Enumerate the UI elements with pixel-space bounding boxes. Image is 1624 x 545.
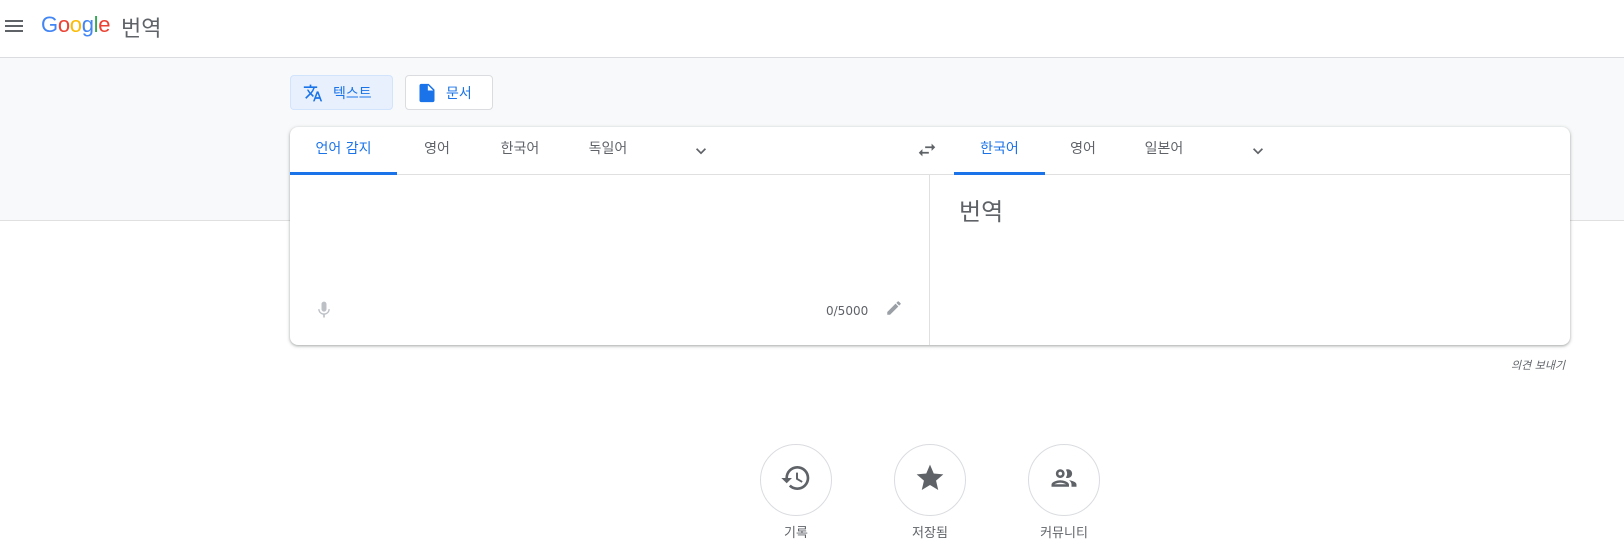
saved-label: 저장됨 — [912, 526, 948, 541]
history-button[interactable] — [760, 444, 832, 516]
microphone-icon[interactable] — [314, 299, 338, 323]
target-lang-korean-tab[interactable]: 한국어 — [954, 127, 1045, 175]
product-title: 번역 — [121, 17, 162, 42]
document-icon — [418, 83, 436, 103]
source-lang-english-tab[interactable]: 영어 — [397, 127, 477, 174]
history-action[interactable]: 기록 — [760, 444, 832, 541]
community-action[interactable]: 커뮤니티 — [1028, 444, 1100, 541]
source-text-input[interactable] — [314, 191, 904, 291]
saved-action[interactable]: 저장됨 — [894, 444, 966, 541]
target-text-panel: 번역 — [930, 175, 1570, 345]
pencil-edit-icon[interactable] — [885, 299, 907, 321]
community-icon — [1049, 463, 1079, 497]
top-bar: Google 번역 — [0, 0, 1624, 58]
history-icon — [780, 462, 812, 498]
document-mode-button[interactable]: 문서 — [405, 75, 493, 110]
translate-icon — [303, 83, 323, 103]
send-feedback-link[interactable]: 의견 보내기 — [1511, 357, 1565, 373]
translator-card: 언어 감지 영어 한국어 독일어 한국어 영어 일본어 0/5000 번역 — [290, 127, 1570, 345]
swap-languages-icon[interactable] — [916, 139, 940, 163]
source-lang-more-chevron-down-icon[interactable] — [691, 141, 711, 161]
language-selector-row: 언어 감지 영어 한국어 독일어 한국어 영어 일본어 — [290, 127, 1570, 175]
character-counter: 0/5000 — [826, 304, 869, 318]
source-text-panel: 0/5000 — [290, 175, 929, 345]
star-icon — [914, 462, 946, 498]
target-lang-more-chevron-down-icon[interactable] — [1248, 141, 1268, 161]
target-lang-english-tab[interactable]: 영어 — [1045, 127, 1121, 174]
text-mode-button[interactable]: 텍스트 — [290, 75, 393, 110]
hamburger-menu-icon[interactable] — [4, 12, 32, 40]
text-mode-label: 텍스트 — [333, 85, 372, 102]
google-logo[interactable]: Google — [41, 12, 110, 38]
document-mode-label: 문서 — [446, 85, 472, 102]
source-lang-german-tab[interactable]: 독일어 — [563, 127, 653, 174]
source-lang-detect-tab[interactable]: 언어 감지 — [290, 127, 397, 175]
saved-button[interactable] — [894, 444, 966, 516]
community-label: 커뮤니티 — [1040, 526, 1088, 541]
community-button[interactable] — [1028, 444, 1100, 516]
target-lang-japanese-tab[interactable]: 일본어 — [1121, 127, 1207, 174]
translation-placeholder: 번역 — [959, 198, 1004, 226]
source-lang-korean-tab[interactable]: 한국어 — [477, 127, 563, 174]
history-label: 기록 — [784, 526, 808, 541]
